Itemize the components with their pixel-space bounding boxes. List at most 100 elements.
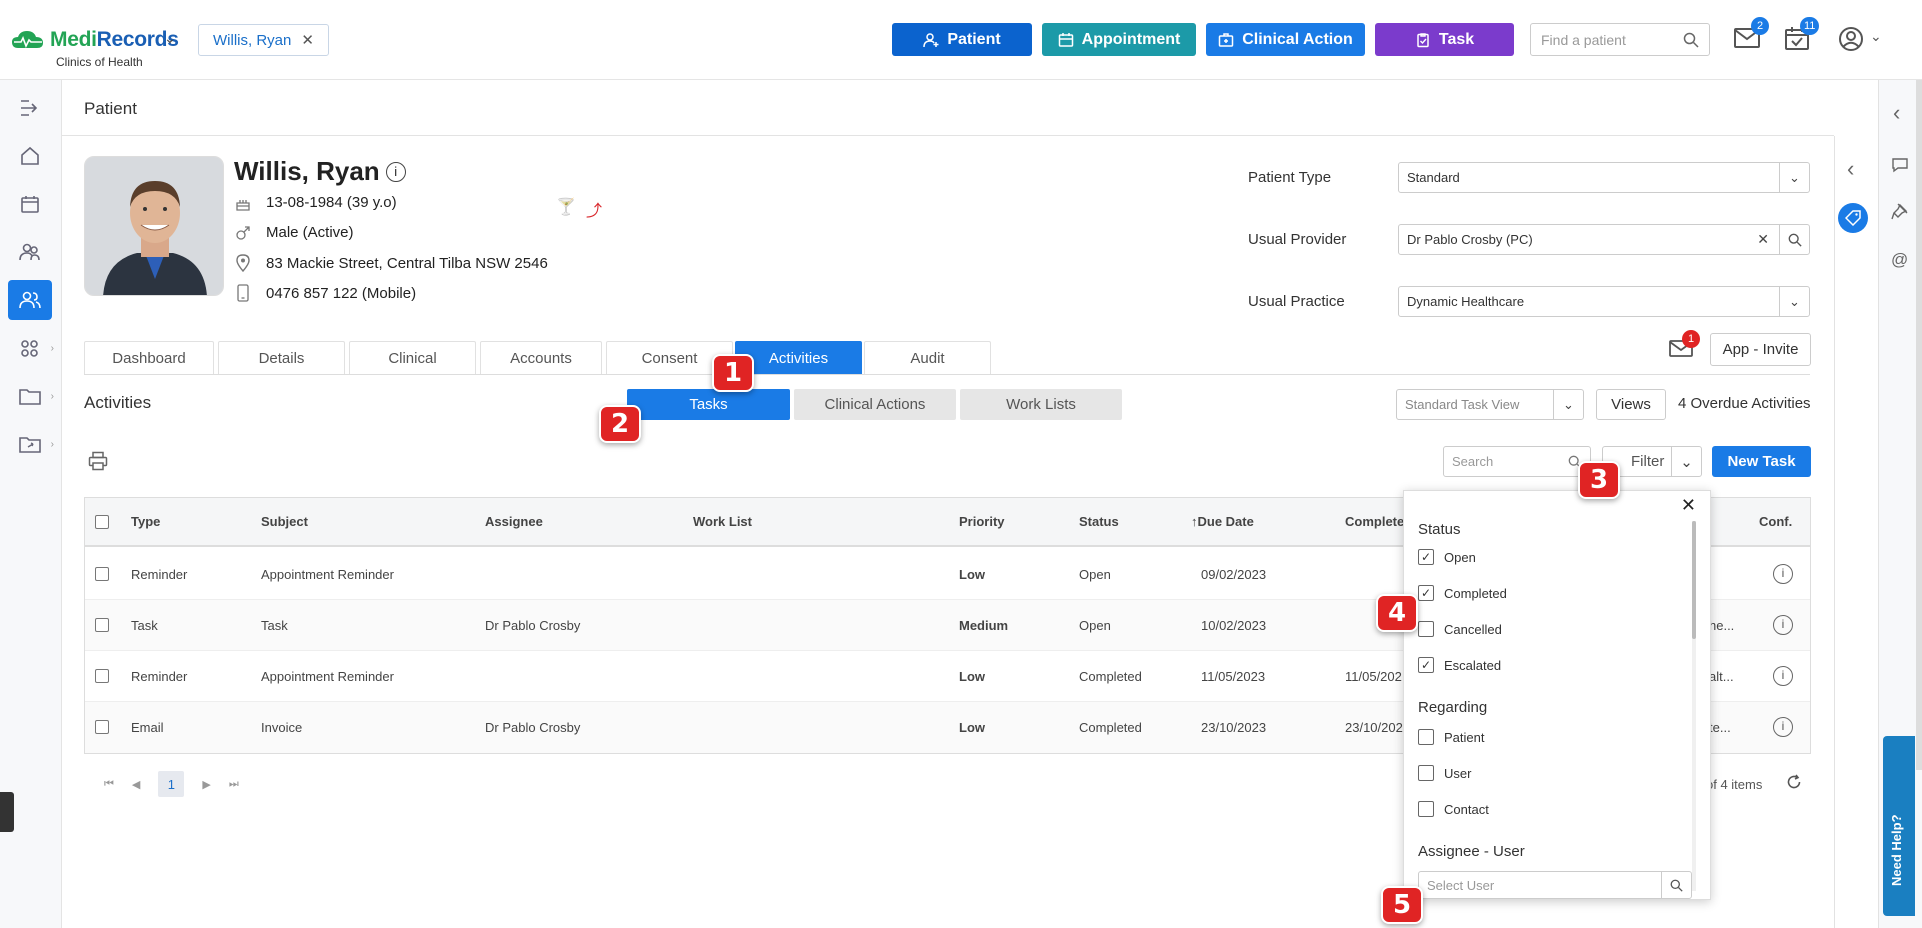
select-user-input[interactable]: Select User xyxy=(1418,871,1692,899)
new-clinical-action-button[interactable]: Clinical Action xyxy=(1206,23,1365,56)
at-mention-icon[interactable]: @ xyxy=(1891,250,1908,270)
nav-groups[interactable]: › xyxy=(8,328,54,368)
new-task-header-button[interactable]: Task xyxy=(1375,23,1514,56)
patient-type-select[interactable]: Standard ⌄ xyxy=(1398,162,1810,193)
refresh-button[interactable] xyxy=(1786,774,1802,793)
alcohol-alert-icon[interactable]: 🍸 xyxy=(556,197,576,217)
app-invite-button[interactable]: App - Invite xyxy=(1710,333,1811,366)
status-option-cancelled[interactable]: Cancelled xyxy=(1418,621,1502,637)
chevron-down-icon[interactable]: ⌄ xyxy=(1671,447,1701,476)
info-icon[interactable]: i xyxy=(1773,717,1793,737)
search-icon[interactable] xyxy=(1779,225,1809,254)
overdue-activities-link[interactable]: 4 Overdue Activities xyxy=(1678,395,1811,412)
views-button[interactable]: Views xyxy=(1596,389,1666,420)
search-icon[interactable] xyxy=(1683,32,1699,48)
tab-details[interactable]: Details xyxy=(218,341,345,374)
select-all-checkbox[interactable] xyxy=(95,515,109,529)
close-icon[interactable]: ✕ xyxy=(1681,495,1696,516)
new-patient-button[interactable]: Patient xyxy=(892,23,1032,56)
column-header-work-list[interactable]: Work List xyxy=(693,514,752,529)
patient-photo[interactable] xyxy=(84,156,224,296)
column-header-status[interactable]: Status xyxy=(1079,514,1119,529)
info-icon[interactable]: i xyxy=(1773,666,1793,686)
new-appointment-button[interactable]: Appointment xyxy=(1042,23,1196,56)
tab-dashboard[interactable]: Dashboard xyxy=(84,341,214,374)
nav-calendar[interactable] xyxy=(8,184,52,224)
chevron-down-icon[interactable]: ⌄ xyxy=(1779,163,1809,192)
column-header-assignee[interactable]: Assignee xyxy=(485,514,543,529)
column-header-due-date[interactable]: ↑Due Date xyxy=(1191,514,1254,529)
tag-button[interactable] xyxy=(1838,203,1868,233)
chevron-down-icon[interactable]: ⌄ xyxy=(164,30,176,47)
nav-home[interactable] xyxy=(8,136,52,176)
usual-practice-select[interactable]: Dynamic Healthcare ⌄ xyxy=(1398,286,1810,317)
chevron-down-icon[interactable]: ⌄ xyxy=(1779,287,1809,316)
clear-icon[interactable]: ✕ xyxy=(1757,231,1769,248)
info-icon[interactable]: i xyxy=(1773,564,1793,584)
regarding-option-patient[interactable]: Patient xyxy=(1418,729,1484,745)
tasks-button[interactable]: 11 xyxy=(1784,17,1820,56)
column-header-confidential[interactable]: Conf. xyxy=(1759,514,1792,529)
checkbox-checked[interactable]: ✓ xyxy=(1418,657,1434,673)
collapse-menu-button[interactable] xyxy=(8,88,52,128)
smoking-alert-icon[interactable]: ⤴ xyxy=(586,197,602,221)
checkbox-checked[interactable]: ✓ xyxy=(1418,585,1434,601)
checkbox-unchecked[interactable] xyxy=(1418,729,1434,745)
user-menu-button[interactable]: ⌄ xyxy=(1838,26,1888,56)
row-checkbox[interactable] xyxy=(95,720,109,734)
info-icon[interactable]: i xyxy=(385,161,406,182)
activities-search-input[interactable]: Search xyxy=(1443,446,1591,477)
row-checkbox[interactable] xyxy=(95,567,109,581)
tab-clinical[interactable]: Clinical xyxy=(349,341,476,374)
tab-audit[interactable]: Audit xyxy=(864,341,991,374)
segment-work-lists[interactable]: Work Lists xyxy=(960,389,1122,420)
last-page-icon[interactable]: ⏭ xyxy=(229,778,239,791)
column-header-priority[interactable]: Priority xyxy=(959,514,1005,529)
chevron-left-icon[interactable]: ‹ xyxy=(1893,100,1900,126)
new-task-button[interactable]: New Task xyxy=(1712,446,1811,477)
chevron-down-icon[interactable]: ⌄ xyxy=(1553,390,1583,419)
need-help-button[interactable]: Need Help? xyxy=(1883,736,1915,916)
open-patient-chip[interactable]: Willis, Ryan ✕ xyxy=(198,24,329,56)
search-icon[interactable] xyxy=(1661,872,1691,898)
checkbox-unchecked[interactable] xyxy=(1418,801,1434,817)
chevron-left-icon[interactable]: ‹ xyxy=(1847,156,1854,182)
checkbox-unchecked[interactable] xyxy=(1418,765,1434,781)
column-header-subject[interactable]: Subject xyxy=(261,514,308,529)
scrollbar-thumb[interactable] xyxy=(1692,521,1696,639)
nav-shared-folders[interactable]: › xyxy=(8,424,54,464)
pin-icon[interactable] xyxy=(1891,202,1909,223)
next-page-icon[interactable]: ▶ xyxy=(202,778,210,791)
regarding-option-contact[interactable]: Contact xyxy=(1418,801,1489,817)
app-logo[interactable]: MediRecords Clinics of Health ⌄ xyxy=(10,20,190,76)
column-header-completed[interactable]: Complete xyxy=(1345,514,1404,529)
column-header-type[interactable]: Type xyxy=(131,514,160,529)
page-number[interactable]: 1 xyxy=(158,771,185,797)
chat-icon[interactable] xyxy=(1891,156,1909,177)
side-drawer-tab[interactable] xyxy=(0,792,14,832)
segment-tasks[interactable]: Tasks xyxy=(627,389,790,420)
checkbox-checked[interactable]: ✓ xyxy=(1418,549,1434,565)
popup-scrollbar[interactable] xyxy=(1692,521,1696,891)
regarding-option-user[interactable]: User xyxy=(1418,765,1471,781)
print-button[interactable] xyxy=(88,451,108,474)
first-page-icon[interactable]: ⏮ xyxy=(104,778,114,791)
tab-accounts[interactable]: Accounts xyxy=(480,341,602,374)
status-option-open[interactable]: ✓ Open xyxy=(1418,549,1476,565)
usual-provider-select[interactable]: Dr Pablo Crosby (PC) ✕ xyxy=(1398,224,1810,255)
nav-patients[interactable] xyxy=(8,280,52,320)
row-checkbox[interactable] xyxy=(95,618,109,632)
nav-folders[interactable]: › xyxy=(8,376,54,416)
page-scrollbar[interactable] xyxy=(1916,80,1922,770)
close-icon[interactable]: ✕ xyxy=(301,31,314,49)
row-checkbox[interactable] xyxy=(95,669,109,683)
previous-page-icon[interactable]: ◀ xyxy=(132,778,140,791)
segment-clinical-actions[interactable]: Clinical Actions xyxy=(794,389,956,420)
nav-practitioners[interactable] xyxy=(8,232,52,272)
status-option-escalated[interactable]: ✓ Escalated xyxy=(1418,657,1501,673)
tab-activities[interactable]: Activities xyxy=(735,341,862,374)
mail-button[interactable]: 2 xyxy=(1733,17,1769,56)
status-option-completed[interactable]: ✓ Completed xyxy=(1418,585,1507,601)
info-icon[interactable]: i xyxy=(1773,615,1793,635)
task-view-select[interactable]: Standard Task View ⌄ xyxy=(1396,389,1584,420)
